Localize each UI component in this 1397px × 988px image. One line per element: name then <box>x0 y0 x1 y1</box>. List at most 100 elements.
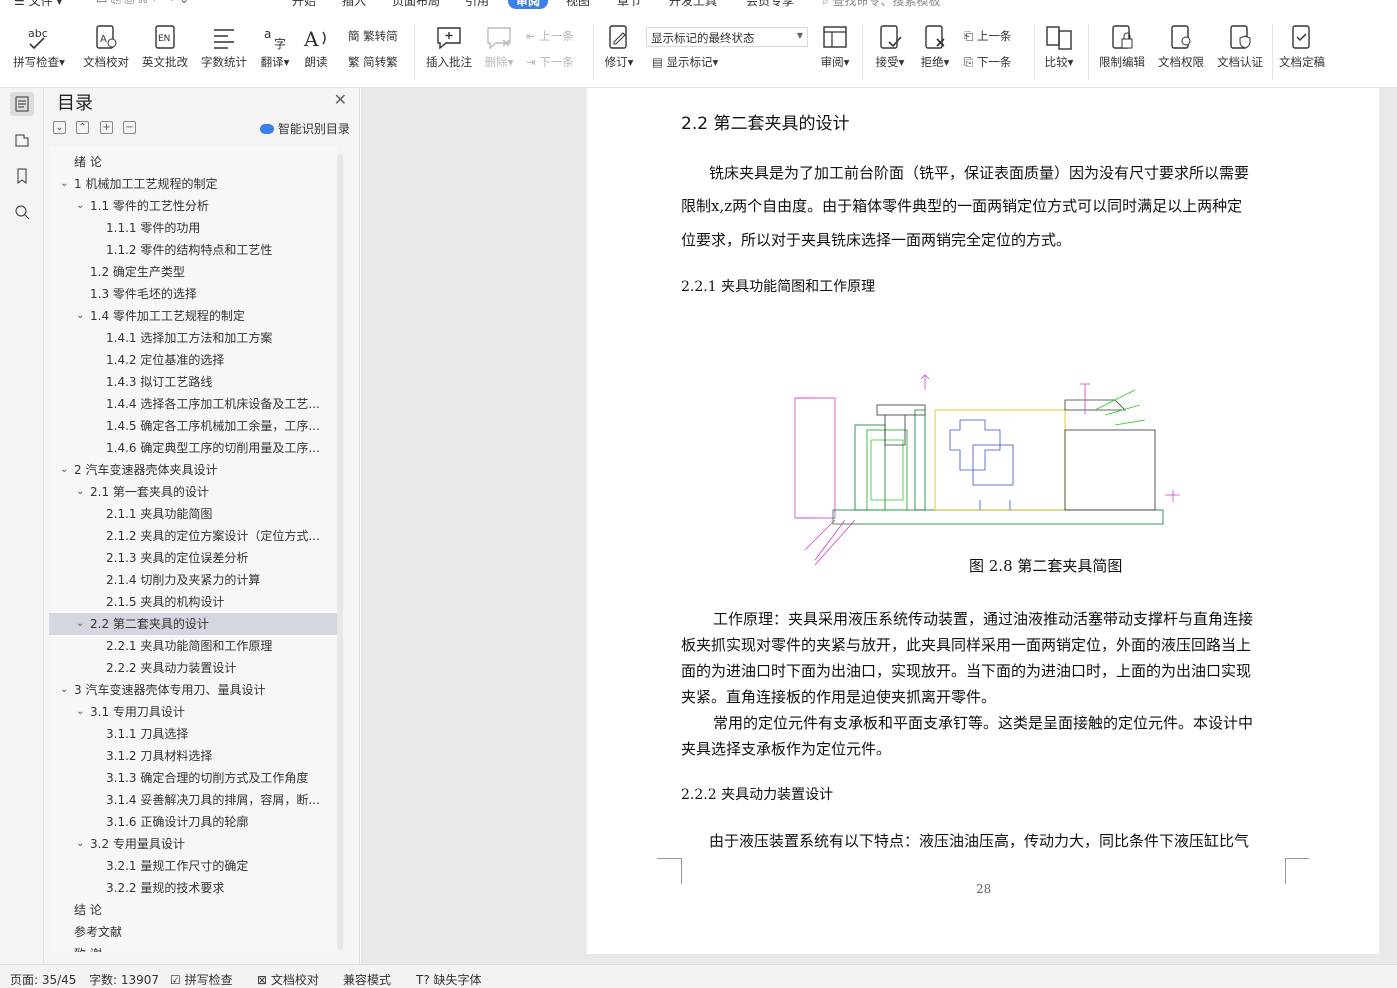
toc-item[interactable]: 1.4.3 拟订工艺路线 <box>49 371 337 393</box>
track-changes-button[interactable]: 修订▾ <box>588 22 650 70</box>
tab-view[interactable]: 视图 <box>566 0 590 9</box>
spell-check-button[interactable]: abc 拼写检查▾ <box>8 22 70 70</box>
chevron-down-icon[interactable]: ⌄ <box>60 459 68 481</box>
command-search[interactable]: ⌕ 查找命令、搜索模板 <box>822 0 941 9</box>
toc-item[interactable]: 2.1.2 夹具的定位方案设计（定位方式... <box>49 525 337 547</box>
toc-item[interactable]: 3.2.1 量规工作尺寸的确定 <box>49 855 337 877</box>
add-level-icon[interactable]: + <box>100 121 113 134</box>
spell-check-status[interactable]: ☑ 拼写检查 <box>170 971 233 988</box>
page-indicator[interactable]: 页面: 35/45 <box>10 971 76 988</box>
toc-item[interactable]: 绪 论 <box>49 151 337 173</box>
chevron-down-icon[interactable]: ⌄ <box>76 305 84 327</box>
compat-mode[interactable]: 兼容模式 <box>343 971 391 988</box>
toc-item[interactable]: 1.4.5 确定各工序机械加工余量，工序... <box>49 415 337 437</box>
chevron-down-icon[interactable]: ⌄ <box>76 701 84 723</box>
toc-item[interactable]: 参考文献 <box>49 921 337 943</box>
to-simplified-button[interactable]: 繁 简转繁 <box>348 54 398 70</box>
toc-item[interactable]: 1.1.2 零件的结构特点和工艺性 <box>49 239 337 261</box>
doc-permission-button[interactable]: 文档权限 <box>1150 22 1212 70</box>
toc-item[interactable]: 3.2.2 量规的技术要求 <box>49 877 337 899</box>
document-page[interactable]: 2.2 第二套夹具的设计 铣床夹具是为了加工前台阶面（铣平，保证表面质量）因为没… <box>587 88 1379 954</box>
toc-item[interactable]: 1.4.1 选择加工方法和加工方案 <box>49 327 337 349</box>
file-menu[interactable]: ☰ 文件 ▾ <box>14 0 62 9</box>
read-aloud-button[interactable]: A 朗读 <box>285 22 347 70</box>
toc-item[interactable]: ⌄ 2.1 第一套夹具的设计 <box>49 481 337 503</box>
proof-status[interactable]: ⊠ 文档校对 <box>257 971 319 988</box>
toc-item[interactable]: ⌄ 3.2 专用量具设计 <box>49 833 337 855</box>
tab-references[interactable]: 引用 <box>465 0 489 9</box>
en-revise-button[interactable]: EN 英文批改 <box>134 22 196 70</box>
toc-item[interactable]: 2.1.4 切削力及夹紧力的计算 <box>49 569 337 591</box>
chevron-down-icon[interactable]: ⌄ <box>76 195 84 217</box>
bookmark-icon[interactable] <box>10 164 34 188</box>
toc-item[interactable]: 3.1.3 确定合理的切削方式及工作角度 <box>49 767 337 789</box>
toc-item[interactable]: 3.1.4 妥善解决刀具的排屑，容屑，断... <box>49 789 337 811</box>
toc-item[interactable]: 致 谢 <box>49 943 337 952</box>
chevron-down-icon[interactable]: ⌄ <box>76 613 84 635</box>
chapter-nav-icon[interactable] <box>10 128 34 152</box>
doc-proof-button[interactable]: A 文档校对 <box>75 22 137 70</box>
toc-item[interactable]: ⌄ 2 汽车变速器壳体夹具设计 <box>49 459 337 481</box>
toc-item[interactable]: ⌄ 1.4 零件加工工艺规程的制定 <box>49 305 337 327</box>
toc-item[interactable]: ⌄ 2.2 第二套夹具的设计 <box>49 613 337 635</box>
toc-item[interactable]: 3.1.6 正确设计刀具的轮廓 <box>49 811 337 833</box>
show-markup-button[interactable]: ▤ 显示标记▾ <box>652 54 718 70</box>
toc-item[interactable]: ⌄ 3.1 专用刀具设计 <box>49 701 337 723</box>
tab-developer[interactable]: 开发工具 <box>669 0 717 9</box>
toc-item[interactable]: 2.1.3 夹具的定位误差分析 <box>49 547 337 569</box>
toc-item[interactable]: 1.1.1 零件的功用 <box>49 217 337 239</box>
chevron-down-icon[interactable]: ⌄ <box>76 481 84 503</box>
prev-comment-button[interactable]: ⇤ 上一条 <box>526 28 574 44</box>
next-change-button[interactable]: ⎘ 下一条 <box>964 54 1011 70</box>
toc-item[interactable]: 结 论 <box>49 899 337 921</box>
collapse-all-icon[interactable]: ⌄ <box>53 121 66 134</box>
chevron-down-icon[interactable]: ⌄ <box>60 173 68 195</box>
review-pane-button[interactable]: 审阅▾ <box>804 22 866 70</box>
delete-comment-button[interactable]: 删除▾ <box>468 22 530 70</box>
quick-access-icons[interactable]: ▭ ⎘ ⎙ ⎌ ↶ ↷ ⌄ <box>96 0 189 7</box>
doc-certify-button[interactable]: 文档认证 <box>1209 22 1271 70</box>
tab-review[interactable]: 审阅 <box>508 0 549 9</box>
toc-item[interactable]: 2.2.1 夹具功能简图和工作原理 <box>49 635 337 657</box>
toc-item[interactable]: 2.2.2 夹具动力装置设计 <box>49 657 337 679</box>
tab-layout[interactable]: 页面布局 <box>392 0 440 9</box>
search-icon[interactable] <box>10 200 34 224</box>
toc-item-label: 2 汽车变速器壳体夹具设计 <box>74 463 218 477</box>
toc-item[interactable]: ⌄ 3 汽车变速器壳体专用刀、量具设计 <box>49 679 337 701</box>
toc-item[interactable]: 1.2 确定生产类型 <box>49 261 337 283</box>
toc-item[interactable]: 1.3 零件毛坯的选择 <box>49 283 337 305</box>
chevron-down-icon[interactable]: ⌄ <box>60 679 68 701</box>
toc-item[interactable]: ⌄ 1.1 零件的工艺性分析 <box>49 195 337 217</box>
doc-finalize-button[interactable]: 文档定稿 <box>1271 22 1333 70</box>
expand-up-icon[interactable]: ⌃ <box>76 121 89 134</box>
toc-scrollbar[interactable] <box>337 154 343 950</box>
reject-button[interactable]: 拒绝▾ <box>904 22 966 70</box>
tab-chapter[interactable]: 章节 <box>617 0 641 9</box>
restrict-edit-button[interactable]: 限制编辑 <box>1091 22 1153 70</box>
tab-home[interactable]: 开始 <box>292 0 316 9</box>
toc-item[interactable]: 1.4.6 确定典型工序的切削用量及工序... <box>49 437 337 459</box>
toc-item[interactable]: 1.4.4 选择各工序加工机床设备及工艺... <box>49 393 337 415</box>
prev-change-button[interactable]: ⎗ 上一条 <box>964 28 1011 44</box>
toc-item[interactable]: 2.1.5 夹具的机构设计 <box>49 591 337 613</box>
chevron-down-icon[interactable]: ⌄ <box>76 833 84 855</box>
smart-toc-button[interactable]: 智能识别目录 <box>260 120 350 137</box>
close-icon[interactable]: ✕ <box>334 90 347 109</box>
word-count-indicator[interactable]: 字数: 13907 <box>89 971 159 988</box>
to-traditional-button[interactable]: 簡 繁转简 <box>348 28 398 44</box>
toc-item[interactable]: 1.4.2 定位基准的选择 <box>49 349 337 371</box>
toc-item[interactable]: ⌄ 1 机械加工工艺规程的制定 <box>49 173 337 195</box>
tab-insert[interactable]: 插入 <box>342 0 366 9</box>
missing-font-status[interactable]: T? 缺失字体 <box>416 971 482 988</box>
toc-icon[interactable] <box>10 92 34 116</box>
toc-item[interactable]: 3.1.2 刀具材料选择 <box>49 745 337 767</box>
markup-state-select[interactable]: 显示标记的最终状态 ▼ <box>646 27 808 47</box>
toc-item[interactable]: 2.1.1 夹具功能简图 <box>49 503 337 525</box>
next-comment-button[interactable]: ⇥ 下一条 <box>526 54 574 70</box>
tab-member[interactable]: 会员专享 <box>746 0 794 9</box>
toc-item-label: 结 论 <box>74 903 102 917</box>
compare-button[interactable]: 比较▾ <box>1028 22 1090 70</box>
remove-level-icon[interactable]: − <box>123 121 136 134</box>
toc-item-label: 1.1.1 零件的功用 <box>106 221 201 235</box>
toc-item[interactable]: 3.1.1 刀具选择 <box>49 723 337 745</box>
